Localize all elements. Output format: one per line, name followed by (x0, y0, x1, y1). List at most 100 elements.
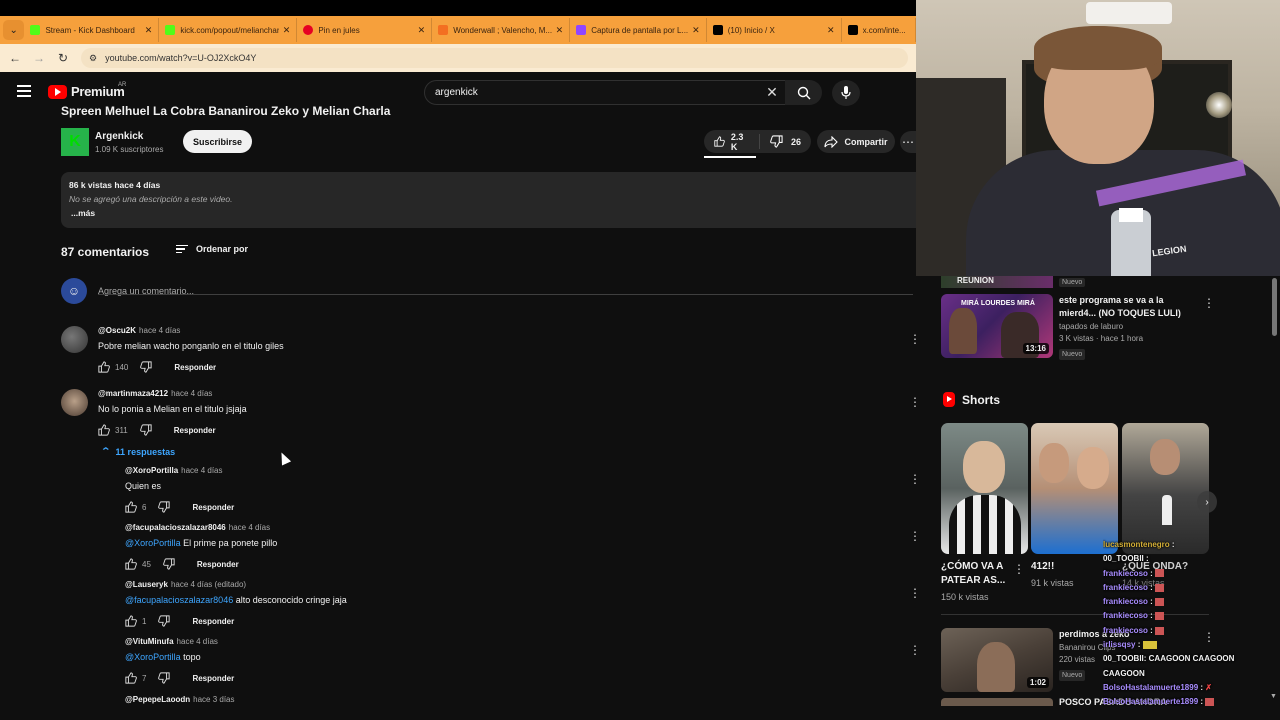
emote-icon (1155, 583, 1165, 592)
thumbs-down-icon[interactable] (158, 672, 171, 684)
shorts-next-arrow-icon[interactable]: › (1197, 491, 1217, 513)
more-actions-icon[interactable]: ⋯ (900, 131, 916, 153)
comment-header: @facupalacioszalazar8046 hace 4 días (125, 523, 271, 532)
video-thumbnail[interactable]: MIRÁ LOURDES MIRÁ 13:16 (941, 294, 1053, 358)
reload-icon[interactable]: ↻ (51, 51, 75, 65)
browser-tab[interactable]: Captura de pantalla por L... ✕ (570, 18, 707, 42)
voice-search-button[interactable] (832, 80, 860, 106)
comment-menu-icon[interactable]: ⋮ (909, 643, 921, 657)
close-tab-icon[interactable]: ✕ (283, 25, 291, 36)
sort-comments-button[interactable]: Ordenar por (176, 244, 248, 254)
comment-thread: @martinmaza4212 hace 4 días No lo ponia a… (61, 389, 921, 439)
back-arrow-icon[interactable]: ← (3, 51, 27, 65)
short-title[interactable]: ¿CÓMO VA A PATEAR AS... (941, 560, 1013, 588)
close-tab-icon[interactable]: ✕ (692, 25, 700, 36)
short-thumbnail[interactable] (1122, 423, 1209, 554)
url-field[interactable]: ⚙ youtube.com/watch?v=U-OJ2XckO4Y (81, 48, 908, 68)
comment-menu-icon[interactable]: ⋮ (909, 586, 921, 600)
comment-actions: 45 Responder (125, 558, 239, 570)
comment-actions: 1 Responder (125, 615, 234, 627)
short-thumbnail[interactable] (941, 423, 1028, 554)
description-box[interactable]: 86 k vistas hace 4 días No se agregó una… (61, 172, 916, 228)
show-more-link[interactable]: ...más (69, 208, 908, 218)
reply-button[interactable]: Responder (174, 426, 216, 435)
comment-header: @Lauseryk hace 4 días (editado) (125, 580, 247, 589)
share-button[interactable]: Compartir (817, 130, 895, 153)
video-duration: 1:02 (1026, 677, 1049, 688)
comment-menu-icon[interactable]: ⋮ (909, 529, 921, 543)
thumbs-down-icon[interactable] (158, 501, 171, 513)
close-tab-icon[interactable]: ✕ (418, 25, 426, 36)
close-tab-icon[interactable]: ✕ (145, 25, 153, 36)
reply-button[interactable]: Responder (192, 674, 234, 683)
comment-menu-icon[interactable]: ⋮ (909, 472, 921, 486)
thumbnail-overlay-text: MIRÁ LOURDES MIRÁ (961, 300, 1035, 307)
close-tab-icon[interactable]: ✕ (556, 25, 564, 36)
browser-tab[interactable]: kick.com/popout/meliancharla/chat✕ (159, 18, 298, 42)
thumbs-up-icon[interactable] (125, 615, 137, 627)
close-tab-icon[interactable]: ✕ (827, 25, 835, 36)
reply-button[interactable]: Responder (192, 617, 234, 626)
browser-tab[interactable]: (10) Inicio / X ✕ (707, 18, 842, 42)
thumbs-down-icon[interactable] (140, 361, 152, 373)
emote-icon: ✗ (1205, 682, 1212, 692)
user-avatar: ☺ (61, 278, 87, 304)
chat-message: BolsoHastalamuerte1899 : (1103, 695, 1280, 709)
video-thumbnail-partial[interactable] (941, 698, 1053, 706)
tab-list-dropdown-icon[interactable]: ⌄ (3, 20, 25, 40)
short-thumbnail[interactable] (1031, 423, 1118, 554)
youtube-premium-logo[interactable]: Premium AR (48, 82, 126, 99)
thumbs-up-icon[interactable] (125, 558, 137, 570)
reply-button[interactable]: Responder (174, 363, 216, 372)
browser-tab[interactable]: x.com/inte... (842, 18, 916, 42)
new-badge: Nuevo (1059, 278, 1086, 287)
browser-tab[interactable]: Pin en jules ✕ (297, 18, 433, 42)
commenter-avatar[interactable] (61, 389, 88, 416)
channel-name[interactable]: tapados de laburo (1059, 322, 1189, 331)
video-menu-icon[interactable]: ⋮ (1203, 296, 1215, 310)
thumbs-up-icon[interactable] (98, 424, 110, 436)
video-thumbnail[interactable]: 1:02 (941, 628, 1053, 692)
search-input[interactable]: argenkick ✕ (424, 80, 786, 105)
related-video-thumb-partial[interactable]: REUNION (941, 276, 1053, 288)
comment-menu-icon[interactable]: ⋮ (909, 395, 921, 409)
video-title: Spreen Melhuel La Cobra Bananirou Zeko y… (61, 104, 391, 118)
reply-button[interactable]: Responder (192, 503, 234, 512)
like-button[interactable]: 2.3 K (704, 132, 760, 152)
clear-search-icon[interactable]: ✕ (759, 84, 785, 101)
hamburger-menu-icon[interactable] (17, 85, 31, 97)
related-video[interactable]: MIRÁ LOURDES MIRÁ 13:16 este programa se… (941, 294, 1215, 361)
search-button[interactable] (785, 80, 822, 105)
short-title[interactable]: 412!! (1031, 560, 1111, 574)
thumbs-down-icon[interactable] (139, 424, 152, 436)
thumbs-down-icon[interactable] (163, 558, 175, 570)
comment-menu-icon[interactable]: ⋮ (909, 332, 921, 346)
chat-username: lucasmontenegro (1103, 540, 1170, 549)
comment-actions: 6 Responder (125, 501, 234, 513)
dislike-button[interactable]: 26 (760, 135, 811, 148)
like-dislike-group: 2.3 K 26 (704, 130, 811, 153)
scrollbar-thumb[interactable] (1272, 278, 1277, 336)
subscribe-button[interactable]: Suscribirse (183, 130, 252, 153)
comment-text: Quien es (125, 481, 162, 491)
browser-tab[interactable]: Wonderwall ; Valencho, M... ✕ (432, 18, 571, 42)
forward-arrow-icon[interactable]: → (27, 51, 51, 65)
channel-avatar[interactable]: K (61, 128, 89, 156)
reply-button[interactable]: Responder (197, 560, 239, 569)
chat-message: irlissqsy : (1103, 638, 1280, 652)
channel-name[interactable]: Argenkick (95, 131, 163, 142)
microphone-icon (841, 86, 851, 99)
thumbs-down-icon[interactable] (158, 615, 171, 627)
short-menu-icon[interactable]: ⋮ (1013, 562, 1025, 576)
add-comment-row: ☺ Agrega un comentario... (61, 278, 194, 304)
commenter-avatar[interactable] (61, 326, 88, 353)
thumbs-up-icon[interactable] (125, 501, 137, 513)
wonderwall-favicon-icon (438, 25, 449, 35)
kick-favicon-icon (30, 25, 41, 35)
replies-toggle-button[interactable]: ⌃ 11 respuestas (100, 446, 175, 457)
thumbs-up-icon[interactable] (125, 672, 137, 684)
video-title[interactable]: este programa se va a la mierd4... (NO T… (1059, 294, 1189, 320)
thumbs-up-icon[interactable] (98, 361, 110, 373)
site-info-icon[interactable]: ⚙ (89, 53, 97, 64)
browser-tab[interactable]: Stream - Kick Dashboard ✕ (24, 18, 160, 42)
